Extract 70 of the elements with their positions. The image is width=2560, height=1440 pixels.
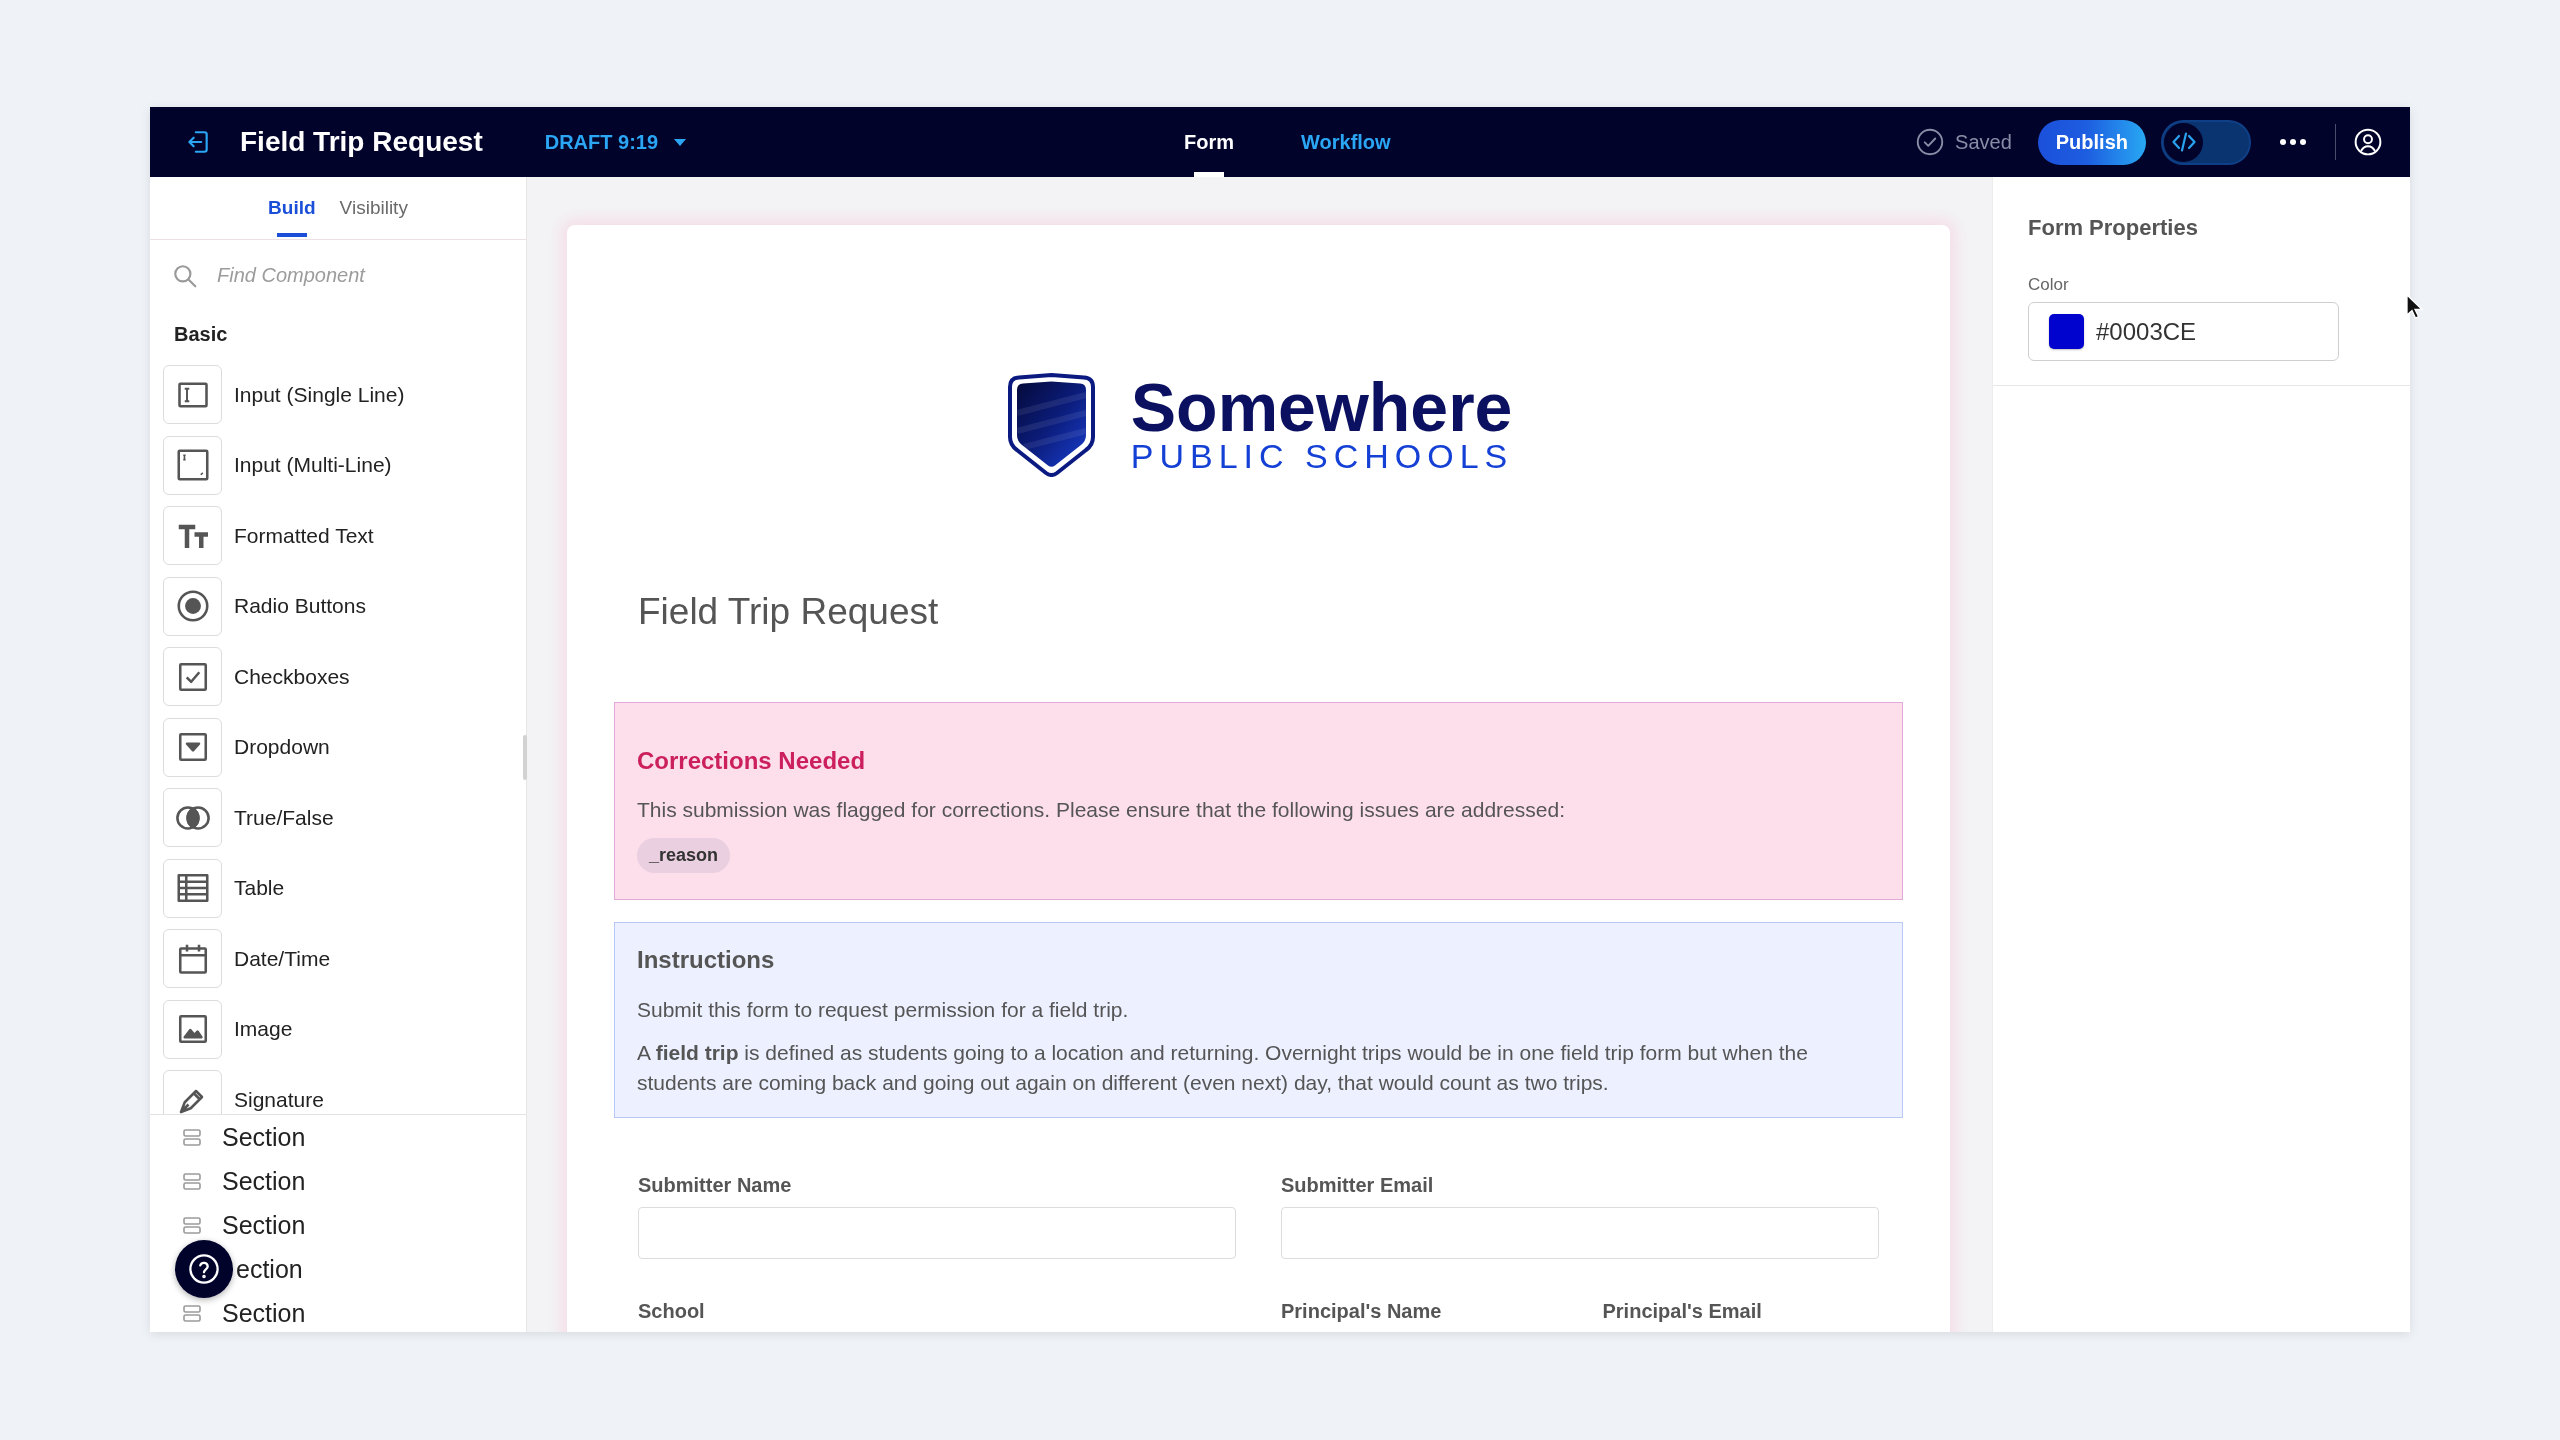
scrollbar-thumb[interactable] — [523, 735, 527, 780]
component-item[interactable]: Date/Time — [163, 929, 526, 988]
code-icon — [2171, 132, 2196, 152]
exit-icon[interactable] — [185, 129, 211, 155]
dropdown-icon — [163, 717, 222, 777]
stacked-rows-icon — [183, 1304, 201, 1322]
tab[interactable]: Visibility — [339, 177, 408, 239]
field-label: Color — [2028, 274, 2069, 296]
component-item[interactable]: Formatted Text — [163, 506, 526, 565]
color-field[interactable]: #0003CE — [2028, 302, 2339, 361]
overlapping-circles-icon — [163, 788, 222, 847]
section-item[interactable]: Section — [150, 1115, 526, 1159]
tab[interactable]: Workflow — [1301, 107, 1391, 177]
component-item[interactable]: Image — [163, 999, 526, 1059]
check-circle-icon — [1916, 128, 1945, 156]
alert-title: Corrections Needed — [637, 746, 866, 776]
more-icon[interactable] — [2280, 139, 2306, 145]
group-title: Basic — [174, 323, 228, 345]
component-item[interactable]: True/False — [163, 788, 526, 847]
text-field[interactable] — [1281, 1207, 1879, 1259]
alert-text: This submission was flagged for corrections. Please ensure that the following issues are addressed: — [637, 797, 1565, 823]
component-item[interactable]: Input (Multi-Line) — [163, 435, 526, 495]
caret-icon — [674, 138, 687, 146]
field-label: Submitter Email — [1281, 1173, 1435, 1198]
stacked-rows-icon — [183, 1128, 201, 1146]
logo-tagline: PUBLIC SCHOOLS — [1130, 438, 1514, 474]
search-field[interactable]: Find Component — [217, 258, 517, 293]
info-text: Submit this form to request permission for a field trip. — [637, 997, 1129, 1023]
field-label: Principal's Email — [1602, 1299, 1763, 1324]
section-item[interactable]: Section — [150, 1159, 526, 1203]
publish-button[interactable]: Publish — [2037, 119, 2146, 165]
app-title: Field Trip Request — [240, 125, 483, 159]
info-title: Instructions — [637, 945, 775, 975]
field-label: Submitter Name — [638, 1173, 793, 1198]
radio-icon — [163, 576, 222, 636]
user-icon[interactable] — [2354, 128, 2382, 156]
field-label: Principal's Name — [1281, 1299, 1443, 1324]
search-icon — [172, 262, 198, 289]
text-area-icon — [163, 435, 222, 495]
code-view-toggle[interactable] — [2161, 119, 2251, 165]
help-icon — [188, 1253, 220, 1285]
image-icon — [163, 999, 222, 1059]
form-title: Field Trip Request — [638, 591, 939, 632]
help-button[interactable] — [175, 1240, 233, 1298]
component-item[interactable]: Dropdown — [163, 717, 526, 777]
stacked-rows-icon — [183, 1172, 201, 1190]
version-dropdown[interactable]: DRAFT 9:19 — [544, 129, 687, 155]
logo-name: Somewhere — [1130, 376, 1514, 438]
stacked-rows-icon — [183, 1216, 201, 1234]
calendar-icon — [163, 929, 222, 988]
save-status: Saved — [1955, 130, 2012, 155]
component-item[interactable]: Checkboxes — [163, 647, 526, 706]
checkbox-icon — [163, 647, 222, 706]
tab[interactable]: Build — [268, 177, 316, 239]
component-item[interactable]: Radio Buttons — [163, 576, 526, 636]
component-item[interactable]: Signature — [163, 1070, 526, 1114]
tag: _reason — [637, 838, 731, 873]
text-format-icon — [163, 506, 222, 565]
text-input-icon — [163, 365, 222, 424]
tab[interactable]: Form — [1184, 107, 1234, 177]
panel-title: Form Properties — [2028, 215, 2198, 241]
component-item[interactable]: Table — [163, 858, 526, 918]
component-item[interactable]: Input (Single Line) — [163, 365, 526, 424]
section-item[interactable]: Section — [150, 1291, 526, 1332]
field-label: School — [638, 1299, 706, 1324]
info-text: A field trip is defined as students going to a location and returning. Overnight trips would be in one field trip form but when the students are coming back and going out again on different (even next) day, that would count as two trips. — [637, 1040, 1809, 1096]
text-field[interactable] — [638, 1207, 1236, 1259]
table-icon — [163, 858, 222, 918]
section-item[interactable]: ection — [150, 1247, 526, 1291]
section-item[interactable]: Section — [150, 1203, 526, 1247]
